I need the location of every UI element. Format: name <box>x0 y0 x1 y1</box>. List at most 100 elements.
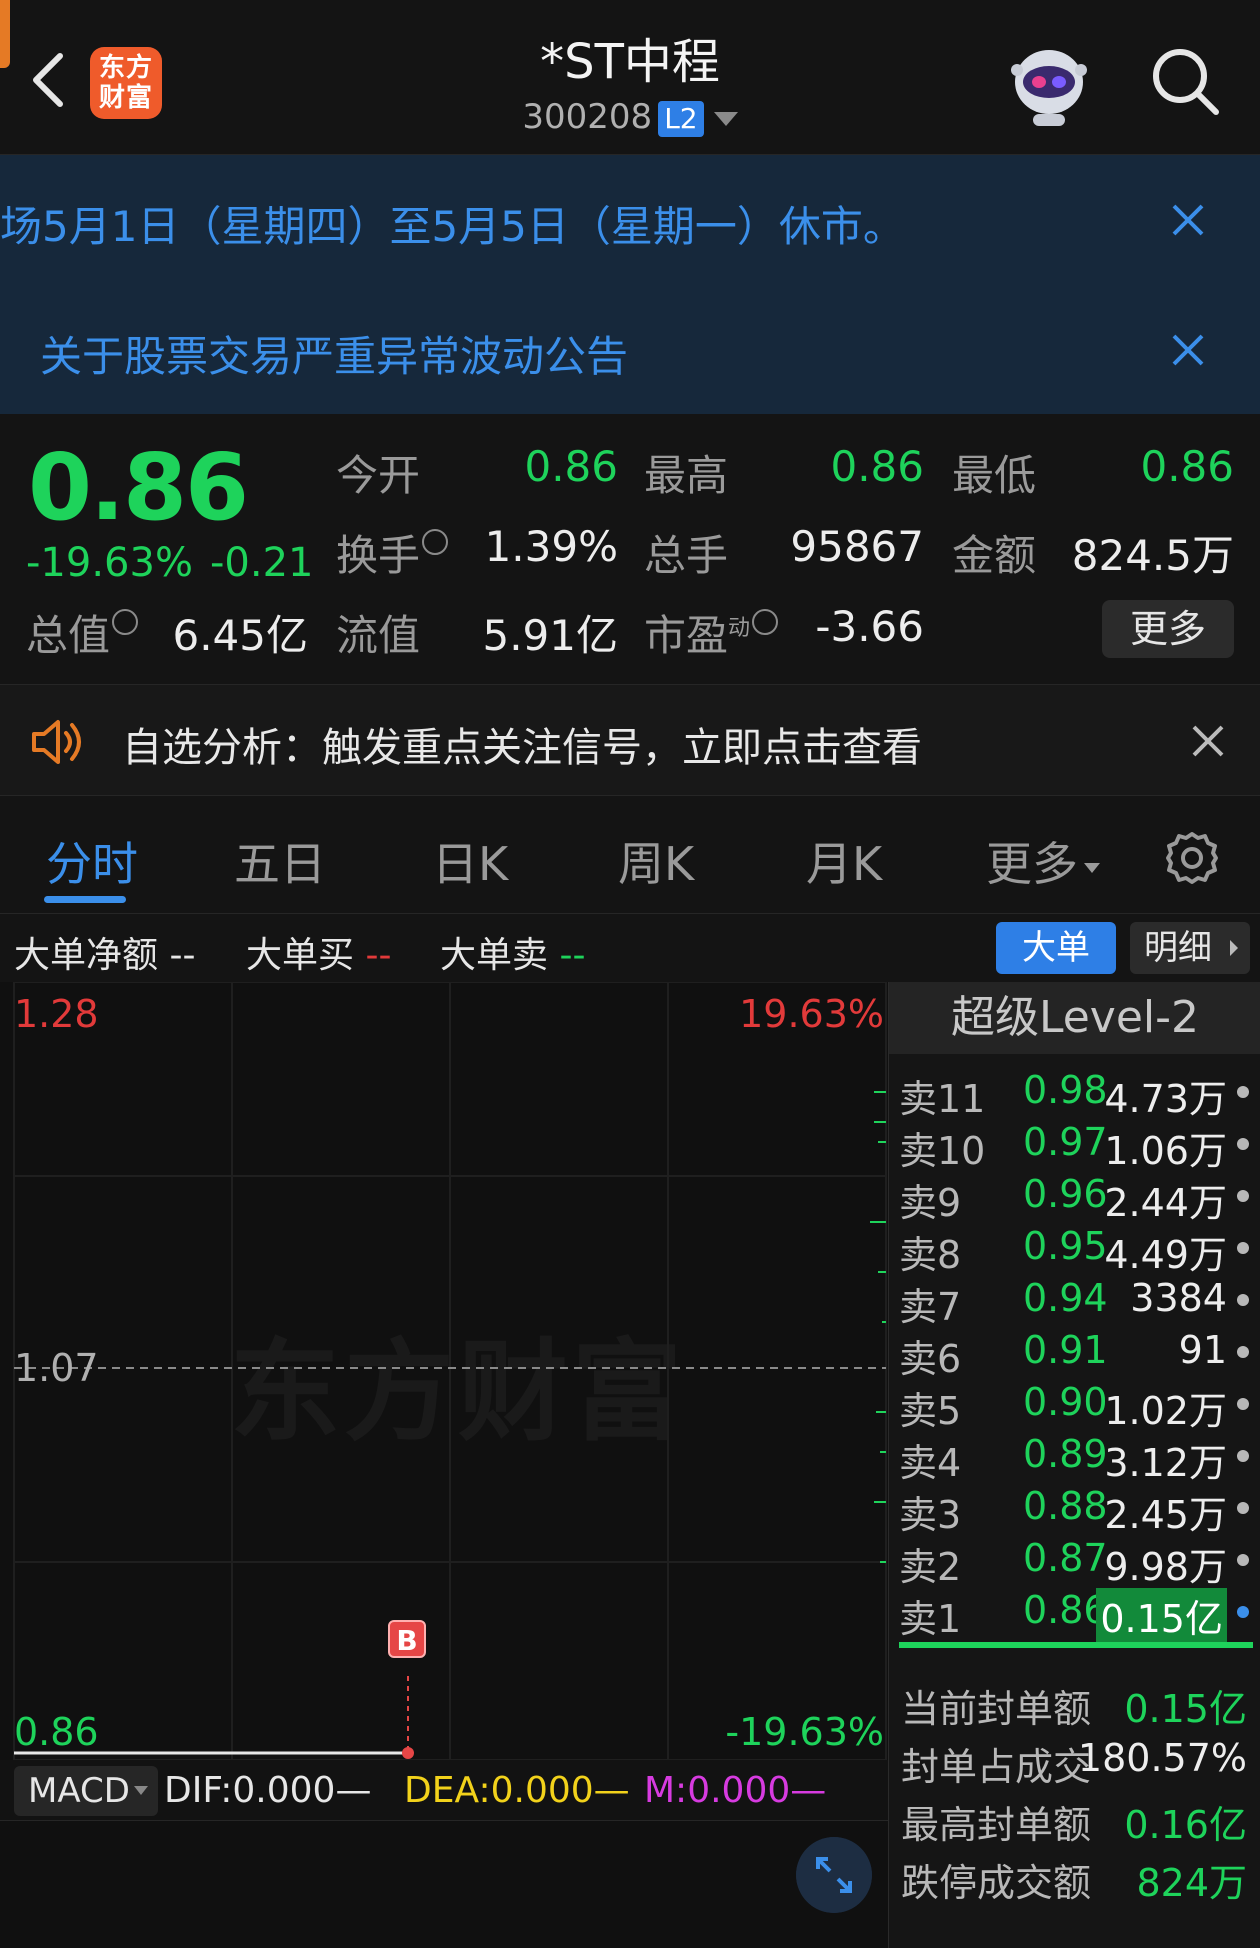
dot-icon <box>1237 1398 1249 1410</box>
info-icon <box>112 609 139 635</box>
big-order-bar: 大单净额 -- 大单买 -- 大单卖 -- 大单 明细 <box>0 914 1260 982</box>
ask-volume: 2.45万 <box>1104 1493 1227 1537</box>
dot-icon <box>1237 1450 1249 1462</box>
notice-holiday[interactable]: 场5月1日（星期四）至5月5日（星期一）休市。 <box>0 155 1260 285</box>
quote-panel: 0.86 -19.63% -0.21 今开 0.86 最高 0.86 最低 0.… <box>0 414 1260 684</box>
ask-price: 0.97 <box>1023 1120 1108 1164</box>
order-book-panel: 超级Level-2 卖11 0.98 4.73万 卖10 0.97 1.06万 … <box>888 982 1260 1948</box>
big-order-sell-value: -- <box>559 935 586 976</box>
tab-more-label: 更多 <box>986 837 1078 891</box>
ask-level: 卖2 <box>899 1545 962 1589</box>
close-icon[interactable] <box>1168 330 1208 370</box>
low-label: 最低 <box>952 451 1037 500</box>
order-book-divider <box>899 1642 1253 1648</box>
order-book-row[interactable]: 卖7 0.94 3384 <box>889 1272 1260 1329</box>
volume-label: 总手 <box>644 531 729 580</box>
order-book-title[interactable]: 超级Level-2 <box>889 982 1260 1054</box>
tab-weekly-k[interactable]: 周K <box>618 828 694 894</box>
order-book-row[interactable]: 卖8 0.95 4.49万 <box>889 1220 1260 1277</box>
order-book-row[interactable]: 卖4 0.89 3.12万 <box>889 1428 1260 1485</box>
detail-button-label: 明细 <box>1144 928 1212 968</box>
high-label: 最高 <box>644 451 729 500</box>
analysis-banner[interactable]: 自选分析：触发重点关注信号，立即点击查看 <box>0 684 1260 796</box>
big-order-net-label: 大单净额 <box>14 935 159 976</box>
ask-level: 卖3 <box>899 1493 962 1537</box>
y-axis-top-label: 1.28 <box>14 992 99 1036</box>
pe-label-text: 市盈 <box>644 611 729 660</box>
chevron-down-icon <box>713 111 738 126</box>
analysis-text: 自选分析：触发重点关注信号，立即点击查看 <box>122 725 922 771</box>
detail-button[interactable]: 明细 <box>1130 922 1250 974</box>
stat-label: 最高封单额 <box>901 1803 1092 1847</box>
macd-bar: MACD DIF:0.000— DEA:0.000— M:0.000— <box>0 1760 888 1820</box>
expand-icon[interactable] <box>796 1837 872 1913</box>
order-book-row[interactable]: 卖2 0.87 9.98万 <box>889 1532 1260 1589</box>
y-axis-mid-label: 1.07 <box>14 1346 99 1390</box>
big-order-buy: 大单买 -- <box>246 926 391 978</box>
ask-volume: 3384 <box>1130 1276 1227 1320</box>
active-tab-indicator <box>44 896 126 903</box>
robot-assistant-icon[interactable] <box>1003 40 1095 128</box>
order-book-row[interactable]: 卖9 0.96 2.44万 <box>889 1168 1260 1225</box>
order-book-row[interactable]: 卖11 0.98 4.73万 <box>889 1064 1260 1121</box>
stat-label: 当前封单额 <box>901 1687 1092 1731</box>
ask-volume: 1.02万 <box>1104 1389 1227 1433</box>
float-value: 5.91亿 <box>482 611 618 660</box>
stat-label: 跌停成交额 <box>901 1861 1092 1905</box>
dot-icon <box>1237 1242 1249 1254</box>
pe-sup: 动 <box>728 616 751 641</box>
dot-icon <box>1237 1346 1249 1358</box>
change-amount: -0.21 <box>210 540 314 586</box>
speaker-icon <box>32 720 81 764</box>
order-book-row[interactable]: 卖6 0.91 91 <box>889 1324 1260 1381</box>
big-order-buy-value: -- <box>365 935 392 976</box>
stat-row: 封单占成交 180.57% <box>889 1730 1260 1789</box>
order-book-row[interactable]: 卖3 0.88 2.45万 <box>889 1480 1260 1537</box>
order-book-row[interactable]: 卖1 0.86 0.15亿 <box>889 1584 1260 1643</box>
stat-label: 封单占成交 <box>901 1745 1092 1789</box>
buy-marker[interactable]: B <box>388 1620 426 1658</box>
tab-daily-k[interactable]: 日K <box>432 828 508 894</box>
volume-value: 95867 <box>790 522 924 571</box>
search-icon[interactable] <box>1148 44 1222 118</box>
notice-announcement-text: 关于股票交易严重异常波动公告 <box>40 332 629 381</box>
mktcap-label[interactable]: 总值 <box>26 602 139 663</box>
notice-announcement[interactable]: 关于股票交易严重异常波动公告 <box>0 285 1260 414</box>
ask-price: 0.91 <box>1023 1328 1108 1372</box>
ask-level: 卖8 <box>899 1233 962 1277</box>
notice-holiday-text: 场5月1日（星期四）至5月5日（星期一）休市。 <box>0 202 905 251</box>
ask-level: 卖6 <box>899 1337 962 1381</box>
tab-monthly-k[interactable]: 月K <box>806 828 882 894</box>
ask-volume: 0.15亿 <box>1096 1588 1227 1643</box>
close-icon[interactable] <box>1190 723 1226 759</box>
level2-badge: L2 <box>658 100 704 137</box>
macd-m: M:0.000— <box>644 1770 827 1811</box>
indicator-select[interactable]: MACD <box>14 1766 158 1816</box>
ask-level: 卖4 <box>899 1441 962 1485</box>
indicator-select-label: MACD <box>28 1771 130 1811</box>
tab-more[interactable]: 更多 <box>986 828 1100 894</box>
more-button[interactable]: 更多 <box>1102 600 1234 658</box>
macd-dif: DIF:0.000— <box>164 1770 372 1811</box>
order-book-row[interactable]: 卖5 0.90 1.02万 <box>889 1376 1260 1433</box>
big-order-button[interactable]: 大单 <box>996 922 1116 974</box>
dot-icon <box>1237 1138 1249 1150</box>
top-bar: 东方 财富 *ST中程 300208 L2 <box>0 0 1260 155</box>
gear-icon[interactable] <box>1162 828 1222 888</box>
mktcap-value: 6.45亿 <box>172 611 308 660</box>
close-icon[interactable] <box>1168 200 1208 240</box>
tab-five-day[interactable]: 五日 <box>234 828 326 894</box>
dot-icon <box>1237 1554 1249 1566</box>
pe-label[interactable]: 市盈动 <box>644 602 779 663</box>
turnover-label[interactable]: 换手 <box>336 522 449 583</box>
order-book-row[interactable]: 卖10 0.97 1.06万 <box>889 1116 1260 1173</box>
turnover-value: 1.39% <box>484 522 618 571</box>
dot-icon <box>1237 1294 1249 1306</box>
change-percent: -19.63% <box>26 540 193 586</box>
macd-chart <box>0 1820 888 1948</box>
current-price: 0.86 <box>28 434 249 541</box>
float-label: 流值 <box>336 611 421 660</box>
tab-intraday[interactable]: 分时 <box>46 828 138 894</box>
stat-value: 824万 <box>1136 1861 1247 1905</box>
intraday-chart[interactable]: 东方财富 1.28 1.07 0.86 19.63% -19.63% B <box>0 982 888 1760</box>
